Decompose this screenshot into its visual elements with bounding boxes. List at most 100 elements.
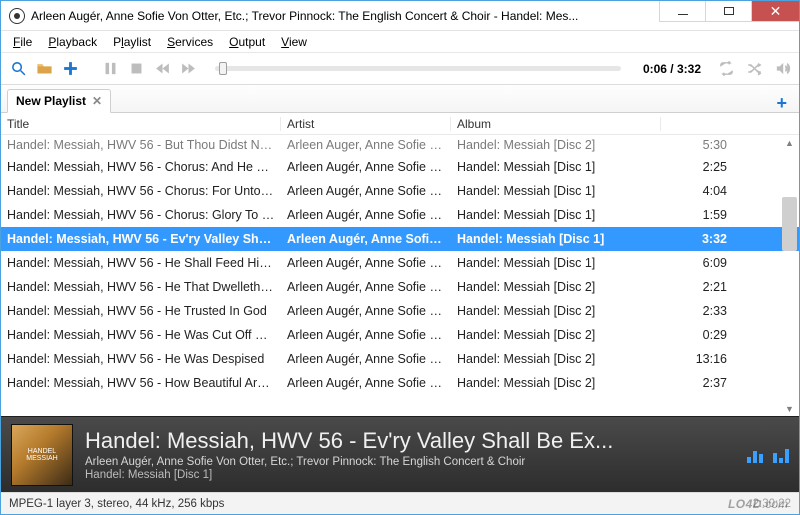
- track-title: Handel: Messiah, HWV 56 - He Was Despise…: [1, 352, 281, 366]
- app-icon: [9, 8, 25, 24]
- playlist-tab-bar: New Playlist ✕ +: [1, 85, 799, 113]
- track-time: 1:59: [661, 208, 733, 222]
- table-row[interactable]: Handel: Messiah, HWV 56 - Chorus: For Un…: [1, 179, 799, 203]
- toolbar: 0:06 / 3:32: [1, 53, 799, 85]
- track-title: Handel: Messiah, HWV 56 - He Shall Feed …: [1, 256, 281, 270]
- window-maximize-button[interactable]: [705, 1, 751, 22]
- scroll-up-icon[interactable]: ▲: [782, 135, 797, 150]
- table-row[interactable]: Handel: Messiah, HWV 56 - How Beautiful …: [1, 371, 799, 395]
- menu-view[interactable]: View: [273, 33, 315, 51]
- track-title: Handel: Messiah, HWV 56 - Chorus: And He…: [1, 160, 281, 174]
- track-album: Handel: Messiah [Disc 2]: [451, 280, 661, 294]
- stop-icon[interactable]: [127, 60, 145, 78]
- track-artist: Arleen Augér, Anne Sofie Von...: [281, 184, 451, 198]
- track-title: Handel: Messiah, HWV 56 - Chorus: For Un…: [1, 184, 281, 198]
- pause-icon[interactable]: [101, 60, 119, 78]
- seek-slider[interactable]: [215, 66, 621, 71]
- menu-services-label: Services: [167, 35, 213, 49]
- volume-icon[interactable]: [773, 60, 791, 78]
- track-album: Handel: Messiah [Disc 2]: [451, 376, 661, 390]
- track-artist: Arleen Augér, Anne Sofie Von...: [281, 208, 451, 222]
- menu-services[interactable]: Services: [159, 33, 221, 51]
- table-row[interactable]: Handel: Messiah, HWV 56 - But Thou Didst…: [1, 135, 799, 155]
- menu-playback[interactable]: Playback: [40, 33, 105, 51]
- column-headers: Title Artist Album: [1, 113, 799, 135]
- track-time: 6:09: [661, 256, 733, 270]
- track-artist: Arleen Auger, Anne Sofie Von...: [281, 138, 451, 152]
- window-close-button[interactable]: ✕: [751, 1, 799, 22]
- track-artist: Arleen Augér, Anne Sofie Von...: [281, 160, 451, 174]
- table-row[interactable]: Handel: Messiah, HWV 56 - He That Dwelle…: [1, 275, 799, 299]
- scrollbar[interactable]: ▲ ▼: [782, 135, 797, 416]
- now-playing-album: Handel: Messiah [Disc 1]: [85, 469, 735, 481]
- menu-playback-label: Playback: [48, 35, 97, 49]
- track-title: Handel: Messiah, HWV 56 - Chorus: Glory …: [1, 208, 281, 222]
- previous-track-icon[interactable]: [153, 60, 171, 78]
- menu-playlist-label: Playlist: [113, 35, 151, 49]
- menu-bar: File Playback Playlist Services Output V…: [1, 31, 799, 53]
- menu-output-label: Output: [229, 35, 265, 49]
- track-time: 2:33: [661, 304, 733, 318]
- track-artist: Arleen Augér, Anne Sofie Von...: [281, 280, 451, 294]
- track-time: 2:21: [661, 280, 733, 294]
- visualizer-icon[interactable]: [747, 447, 763, 463]
- track-album: Handel: Messiah [Disc 2]: [451, 138, 661, 152]
- track-album: Handel: Messiah [Disc 1]: [451, 208, 661, 222]
- now-playing-title: Handel: Messiah, HWV 56 - Ev'ry Valley S…: [85, 428, 735, 454]
- now-playing-bar: HANDEL MESSIAH Handel: Messiah, HWV 56 -…: [1, 416, 799, 492]
- search-icon[interactable]: [9, 60, 27, 78]
- column-title[interactable]: Title: [1, 117, 281, 131]
- menu-file-label: ile: [20, 35, 32, 49]
- table-row[interactable]: Handel: Messiah, HWV 56 - He Was Cut Off…: [1, 323, 799, 347]
- window-titlebar[interactable]: Arleen Augér, Anne Sofie Von Otter, Etc.…: [1, 1, 799, 31]
- table-row[interactable]: Handel: Messiah, HWV 56 - He Was Despise…: [1, 347, 799, 371]
- menu-view-label: View: [281, 35, 307, 49]
- track-artist: Arleen Augér, Anne Sofie Von...: [281, 304, 451, 318]
- table-row[interactable]: Handel: Messiah, HWV 56 - He Shall Feed …: [1, 251, 799, 275]
- track-time: 4:04: [661, 184, 733, 198]
- playlist-tab[interactable]: New Playlist ✕: [7, 89, 111, 113]
- menu-output[interactable]: Output: [221, 33, 273, 51]
- column-album[interactable]: Album: [451, 117, 661, 131]
- menu-playlist[interactable]: Playlist: [105, 33, 159, 51]
- track-artist: Arleen Augér, Anne Sofie Von...: [281, 352, 451, 366]
- equalizer-icon[interactable]: [773, 447, 789, 463]
- add-icon[interactable]: [61, 60, 79, 78]
- scroll-thumb[interactable]: [782, 197, 797, 251]
- table-row[interactable]: Handel: Messiah, HWV 56 - Chorus: And He…: [1, 155, 799, 179]
- column-artist[interactable]: Artist: [281, 117, 451, 131]
- repeat-icon[interactable]: [717, 60, 735, 78]
- shuffle-icon[interactable]: [745, 60, 763, 78]
- scroll-down-icon[interactable]: ▼: [782, 401, 797, 416]
- table-row[interactable]: Handel: Messiah, HWV 56 - Chorus: Glory …: [1, 203, 799, 227]
- track-artist: Arleen Augér, Anne Sofie Von...: [281, 328, 451, 342]
- track-album: Handel: Messiah [Disc 2]: [451, 352, 661, 366]
- window-minimize-button[interactable]: [659, 1, 705, 22]
- track-artist: Arleen Augér, Anne Sofie Von...: [281, 376, 451, 390]
- track-artist: Arleen Augér, Anne Sofie Von...: [281, 256, 451, 270]
- track-time: 0:29: [661, 328, 733, 342]
- add-playlist-tab-button[interactable]: +: [770, 94, 793, 112]
- table-row[interactable]: Handel: Messiah, HWV 56 - Ev'ry Valley S…: [1, 227, 799, 251]
- track-time: 2:37: [661, 376, 733, 390]
- track-title: Handel: Messiah, HWV 56 - Ev'ry Valley S…: [1, 232, 281, 246]
- album-art[interactable]: HANDEL MESSIAH: [11, 424, 73, 486]
- next-track-icon[interactable]: [179, 60, 197, 78]
- track-title: Handel: Messiah, HWV 56 - He That Dwelle…: [1, 280, 281, 294]
- codec-info: MPEG-1 layer 3, stereo, 44 kHz, 256 kbps: [9, 498, 224, 510]
- track-list[interactable]: Handel: Messiah, HWV 56 - But Thou Didst…: [1, 135, 799, 416]
- track-album: Handel: Messiah [Disc 2]: [451, 328, 661, 342]
- menu-file[interactable]: File: [5, 33, 40, 51]
- track-album: Handel: Messiah [Disc 1]: [451, 160, 661, 174]
- track-title: Handel: Messiah, HWV 56 - But Thou Didst…: [1, 138, 281, 152]
- open-folder-icon[interactable]: [35, 60, 53, 78]
- seek-knob[interactable]: [219, 62, 227, 75]
- track-time: 13:16: [661, 352, 733, 366]
- track-title: Handel: Messiah, HWV 56 - How Beautiful …: [1, 376, 281, 390]
- table-row[interactable]: Handel: Messiah, HWV 56 - He Trusted In …: [1, 299, 799, 323]
- status-bar: MPEG-1 layer 3, stereo, 44 kHz, 256 kbps…: [1, 492, 799, 514]
- track-album: Handel: Messiah [Disc 2]: [451, 304, 661, 318]
- close-tab-icon[interactable]: ✕: [92, 94, 102, 108]
- track-title: Handel: Messiah, HWV 56 - He Was Cut Off…: [1, 328, 281, 342]
- track-album: Handel: Messiah [Disc 1]: [451, 184, 661, 198]
